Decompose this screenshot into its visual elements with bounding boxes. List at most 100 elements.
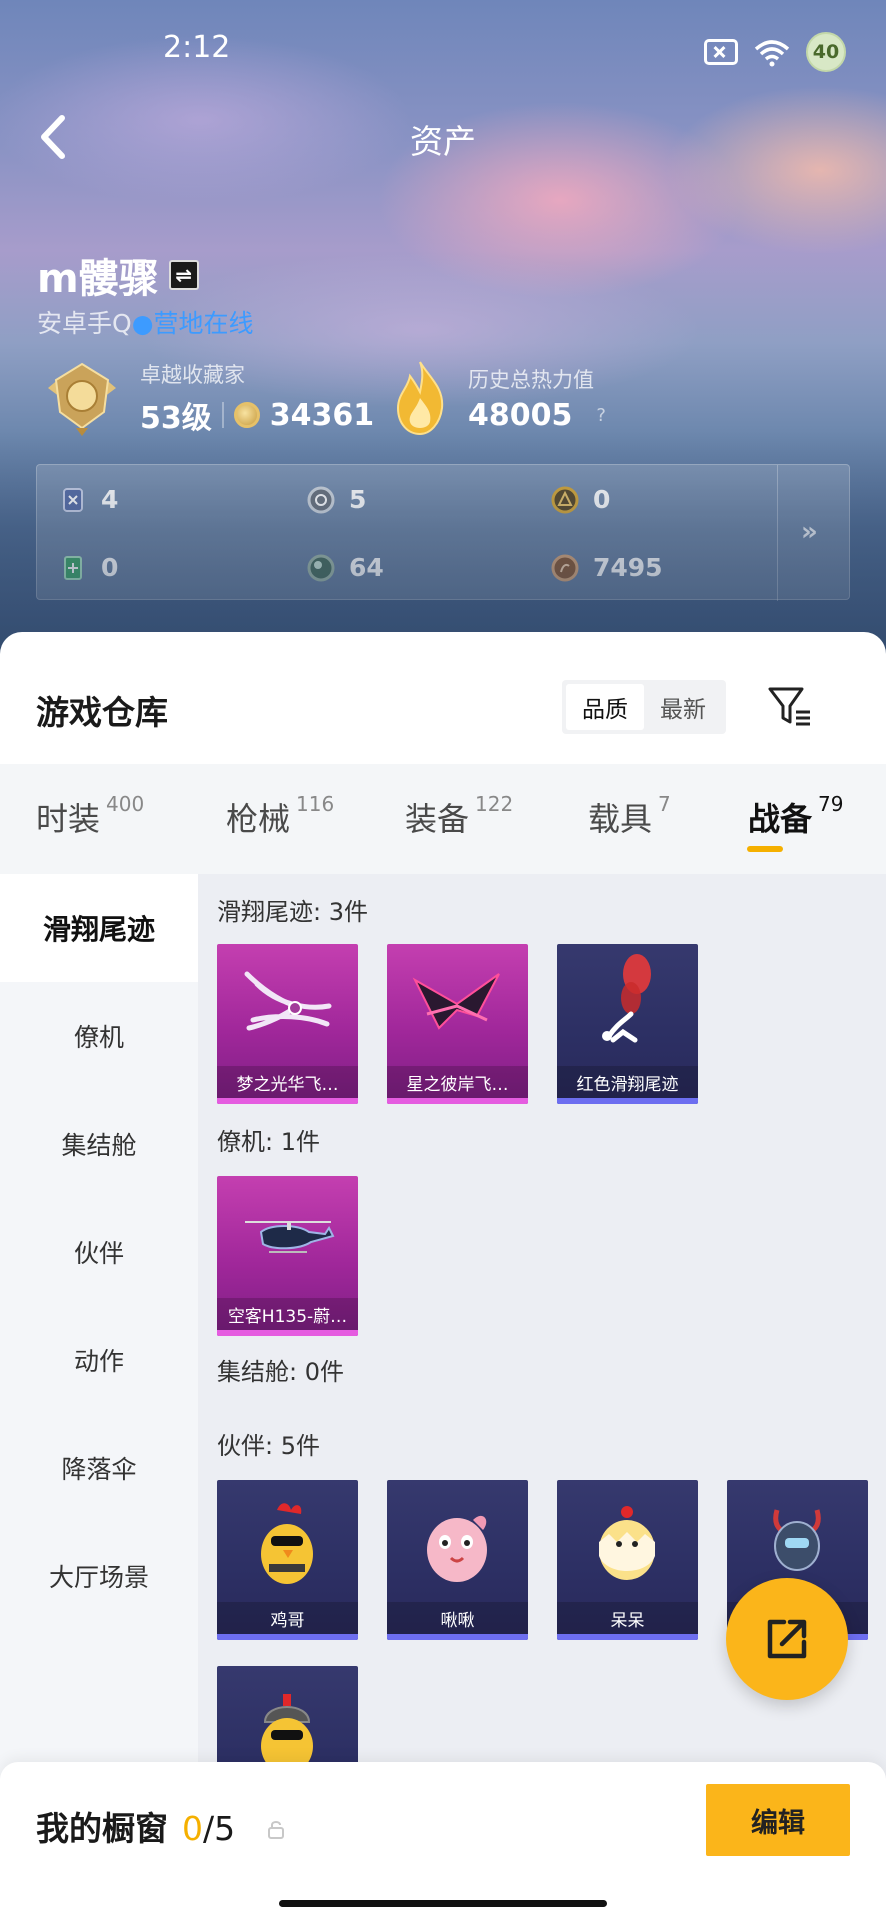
filter-icon[interactable]: [766, 684, 814, 730]
gold-token-icon: [551, 486, 579, 513]
more-currencies-button[interactable]: »: [801, 517, 818, 547]
wings-icon: [244, 971, 332, 1031]
sort-option-latest[interactable]: 最新: [644, 684, 722, 730]
tab-tactical[interactable]: 战备 79: [748, 792, 844, 840]
currency-value: 64: [349, 553, 384, 582]
currency-item: 5: [307, 485, 366, 514]
item-card[interactable]: 星之彼岸飞…: [387, 944, 528, 1104]
side-item-capsule[interactable]: 集结舱: [0, 1090, 198, 1198]
section-title: 集结舱: 0件: [217, 1358, 344, 1386]
tab-equipment[interactable]: 装备 122: [405, 792, 514, 840]
side-item-wingman[interactable]: 僚机: [0, 982, 198, 1090]
currency-item: 0: [551, 485, 610, 514]
share-button[interactable]: [726, 1578, 848, 1700]
item-name: 红色滑翔尾迹: [557, 1066, 698, 1098]
green-card-icon: [64, 555, 82, 580]
currency-value: 5: [349, 485, 367, 514]
status-time: 2:12: [163, 30, 231, 65]
currency-panel[interactable]: 4 5 0 0 64 7495 »: [36, 464, 850, 601]
item-card[interactable]: 梦之光华飞…: [217, 944, 358, 1104]
divider: [221, 402, 224, 428]
edit-button[interactable]: 编辑: [706, 1784, 850, 1856]
warehouse-title: 游戏仓库: [36, 693, 168, 732]
sort-toggle: 品质 最新: [562, 680, 726, 734]
warehouse-sheet: 游戏仓库 品质 最新 时装 400 枪械 116 装备 122 载具 7 战备 79 滑翔…: [0, 632, 886, 1920]
switch-account-icon[interactable]: ⇌: [168, 260, 199, 290]
rarity-bar: [557, 1634, 698, 1640]
tab-label: 枪械: [226, 800, 291, 838]
showcase-bar: 我的橱窗 0/5 编辑: [0, 1762, 886, 1920]
side-item-emote[interactable]: 动作: [0, 1306, 198, 1414]
tab-vehicles[interactable]: 载具 7: [588, 792, 671, 840]
username: m髏骤 ⇌: [37, 246, 199, 304]
rarity-bar: [217, 1330, 358, 1336]
bronze-coin-icon: [551, 554, 579, 581]
status-icons: 40: [704, 32, 846, 72]
red-smoke-trail-icon: [602, 954, 651, 1043]
item-card[interactable]: 空客H135-蔚…: [217, 1176, 358, 1336]
online-status: 营地在线: [153, 309, 254, 338]
tab-count: 400: [106, 792, 145, 816]
platform-info: 安卓手Q●营地在线: [37, 304, 254, 340]
collector-level[interactable]: 卓越收藏家 53级 34361: [42, 358, 374, 438]
collect-points-icon: [233, 402, 260, 428]
tab-count: 7: [658, 792, 671, 816]
heat-stats[interactable]: 历史总热力值 48005 ?: [390, 358, 606, 438]
page-title: 资产: [410, 122, 476, 161]
item-card[interactable]: 呆呆: [557, 1480, 698, 1640]
tab-count: 116: [296, 792, 335, 816]
card-icon: [63, 487, 83, 512]
collector-medal-icon: [48, 362, 116, 436]
active-tab-indicator: [747, 846, 783, 852]
currency-value: 0: [593, 485, 611, 514]
helicopter-icon: [245, 1221, 335, 1253]
rarity-bar: [387, 1098, 528, 1104]
showcase-count: 0/5: [182, 1809, 235, 1848]
heat-value: 48005: [468, 397, 573, 433]
section-title: 伙伴: 5件: [217, 1432, 320, 1460]
item-card[interactable]: 红色滑翔尾迹: [557, 944, 698, 1104]
flame-icon: [396, 361, 444, 436]
currency-value: 0: [101, 553, 119, 582]
collect-points-value: 34361: [269, 397, 375, 433]
dark-wings-icon: [412, 973, 500, 1030]
rarity-bar: [217, 1098, 358, 1104]
wifi-icon: [754, 40, 790, 67]
sort-option-quality[interactable]: 品质: [566, 684, 644, 730]
help-icon[interactable]: ?: [596, 405, 606, 426]
tab-label: 载具: [588, 800, 653, 838]
battery-indicator: 40: [806, 32, 846, 72]
side-item-companion[interactable]: 伙伴: [0, 1198, 198, 1306]
rarity-bar: [557, 1098, 698, 1104]
side-item-glide-trail[interactable]: 滑翔尾迹: [0, 874, 198, 982]
egg-chick-companion-icon: [599, 1506, 655, 1580]
green-orb-icon: [307, 554, 335, 581]
side-item-lobby-scene[interactable]: 大厅场景: [0, 1522, 198, 1630]
level-value: 53级: [140, 401, 212, 436]
collector-title: 卓越收藏家: [140, 363, 245, 387]
rarity-bar: [217, 1634, 358, 1640]
item-name: 空客H135-蔚…: [217, 1298, 358, 1330]
showcase-current: 0: [182, 1809, 203, 1848]
item-card[interactable]: 啾啾: [387, 1480, 528, 1640]
side-item-parachute[interactable]: 降落伞: [0, 1414, 198, 1522]
lock-icon: [268, 1821, 285, 1839]
divider: [777, 465, 778, 601]
home-indicator[interactable]: [279, 1900, 607, 1907]
tab-label: 装备: [405, 800, 470, 838]
item-name: 啾啾: [387, 1602, 528, 1634]
share-icon: [767, 1619, 807, 1659]
username-text: m髏骤: [37, 256, 159, 302]
item-card[interactable]: 鸡哥: [217, 1480, 358, 1640]
tab-count: 79: [818, 792, 844, 816]
rarity-bar: [387, 1634, 528, 1640]
tab-fashion[interactable]: 时装 400: [36, 792, 145, 840]
hero-header: 2:12 40 资产 m髏骤 ⇌ 安卓手Q●营地在线 卓越收藏家 53级 343…: [0, 0, 886, 660]
chicken-companion-icon: [261, 1503, 313, 1584]
silver-coin-icon: [307, 486, 335, 513]
tab-count: 122: [475, 792, 514, 816]
currency-item: 0: [59, 553, 118, 582]
tab-guns[interactable]: 枪械 116: [226, 792, 335, 840]
heat-label: 历史总热力值: [468, 367, 594, 392]
tab-label: 时装: [36, 800, 101, 838]
